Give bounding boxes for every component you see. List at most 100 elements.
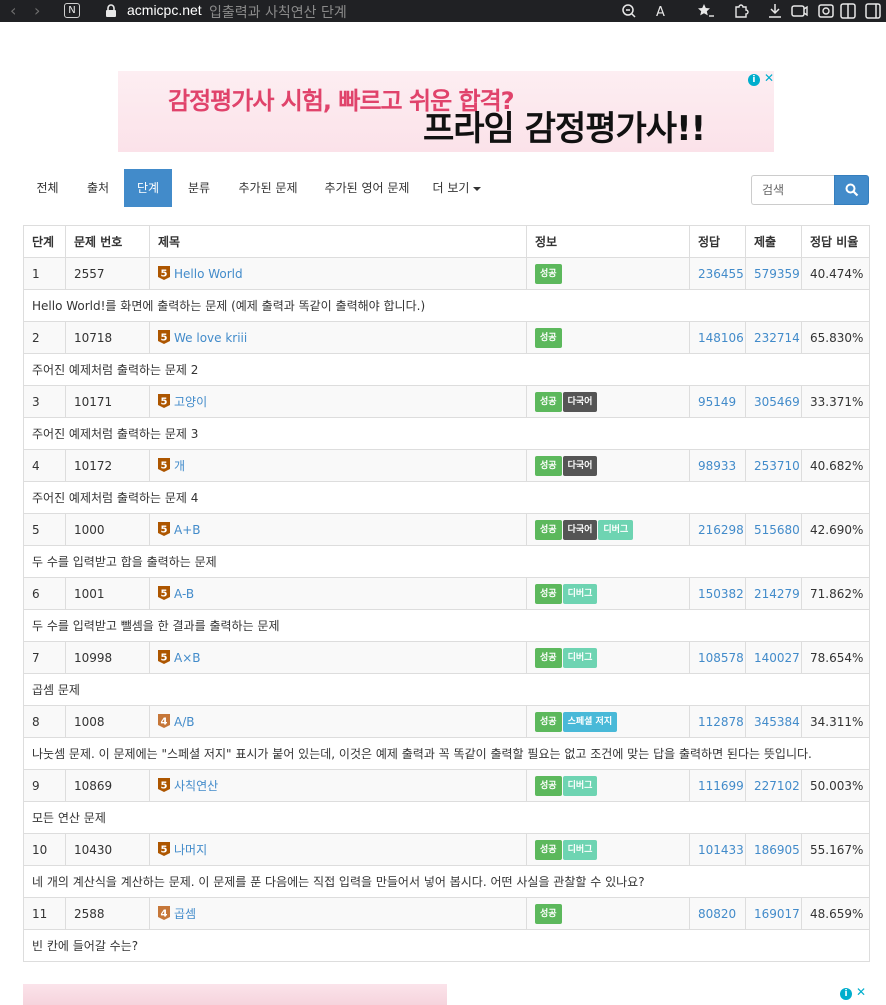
cell-ratio: 71.862% — [801, 577, 870, 610]
cell-submit: 186905 — [745, 833, 802, 866]
notion-icon[interactable]: N — [64, 3, 80, 18]
cell-info: 성공 — [526, 321, 690, 354]
problem-title-link[interactable]: 개 — [174, 459, 185, 473]
cell-info: 성공 디버그 — [526, 577, 690, 610]
problem-title-link[interactable]: 나머지 — [174, 843, 207, 857]
problem-title-link[interactable]: We love kriii — [174, 331, 247, 345]
ad-close-icon[interactable]: ✕ — [764, 71, 774, 85]
label-solved: 성공 — [535, 775, 562, 796]
font-icon[interactable]: A — [654, 2, 672, 20]
screenshot-icon[interactable] — [817, 2, 835, 20]
cell-ratio: 33.371% — [801, 385, 870, 418]
problem-description: 나눗셈 문제. 이 문제에는 "스페셜 저지" 표시가 붙어 있는데, 이것은 … — [23, 737, 870, 770]
header-title: 제목 — [149, 225, 527, 258]
search-input[interactable] — [751, 175, 835, 205]
submit-count-link[interactable]: 186905 — [754, 843, 800, 857]
ad-banner-top[interactable]: 감정평가사 시험, 빠르고 쉬운 합격? 프라임 감정평가사!! i ✕ — [118, 71, 774, 152]
cell-ratio: 42.690% — [801, 513, 870, 546]
submit-count-link[interactable]: 232714 — [754, 331, 800, 345]
problem-title-link[interactable]: A×B — [174, 651, 201, 665]
forward-icon[interactable]: › — [34, 1, 40, 20]
tier-level: 5 — [161, 589, 168, 600]
ad-close-icon[interactable]: ✕ — [856, 985, 866, 999]
correct-count-link[interactable]: 95149 — [698, 395, 736, 409]
submit-count-link[interactable]: 305469 — [754, 395, 800, 409]
cell-info: 성공 다국어 디버그 — [526, 513, 690, 546]
description-row: Hello World!를 화면에 출력하는 문제 (예제 출력과 똑같이 출력… — [23, 289, 870, 322]
problem-title-link[interactable]: A/B — [174, 715, 194, 729]
submit-count-link[interactable]: 214279 — [754, 587, 800, 601]
tab-added-english-problems[interactable]: 추가된 영어 문제 — [312, 169, 422, 207]
table-row: 2 10718 5 We love kriii 성공 148106 232714 65.830… — [23, 321, 870, 354]
ad-info-icon[interactable]: i — [840, 988, 852, 1000]
label-debug: 디버그 — [562, 647, 598, 668]
zoom-icon[interactable] — [620, 2, 638, 20]
cell-info: 성공 다국어 — [526, 385, 690, 418]
submit-count-link[interactable]: 579359 — [754, 267, 800, 281]
search-icon — [845, 183, 858, 197]
favorites-icon[interactable] — [697, 2, 715, 20]
problem-title-link[interactable]: 고양이 — [174, 395, 207, 409]
search-button[interactable] — [834, 175, 869, 205]
cell-ratio: 48.659% — [801, 897, 870, 930]
extensions-icon[interactable] — [732, 2, 750, 20]
table-row: 11 2588 4 곱셈 성공 80820 169017 48.659% — [23, 897, 870, 930]
correct-count-link[interactable]: 101433 — [698, 843, 744, 857]
address-bar-url[interactable]: acmicpc.net — [127, 2, 202, 18]
submit-count-link[interactable]: 140027 — [754, 651, 800, 665]
tab-source[interactable]: 출처 — [73, 169, 123, 207]
submit-count-link[interactable]: 515680 — [754, 523, 800, 537]
problem-description: 주어진 예제처럼 출력하는 문제 3 — [23, 417, 870, 450]
tier-bronze-icon: 5 — [158, 266, 170, 280]
correct-count-link[interactable]: 80820 — [698, 907, 736, 921]
cell-problem-id: 10430 — [65, 833, 150, 866]
tier-level: 5 — [161, 653, 168, 664]
correct-count-link[interactable]: 148106 — [698, 331, 744, 345]
tab-added-problems[interactable]: 추가된 문제 — [226, 169, 310, 207]
problem-title-link[interactable]: Hello World — [174, 267, 243, 281]
problem-title-link[interactable]: 곱셈 — [174, 907, 196, 921]
cell-title: 5 We love kriii — [149, 321, 527, 354]
problem-description: 빈 칸에 들어갈 수는? — [23, 929, 870, 962]
description-row: 곱셈 문제 — [23, 673, 870, 706]
correct-count-link[interactable]: 150382 — [698, 587, 744, 601]
problem-title-link[interactable]: 사칙연산 — [174, 779, 218, 793]
submit-count-link[interactable]: 227102 — [754, 779, 800, 793]
tab-all[interactable]: 전체 — [24, 169, 71, 207]
description-row: 주어진 예제처럼 출력하는 문제 3 — [23, 417, 870, 450]
submit-count-link[interactable]: 169017 — [754, 907, 800, 921]
correct-count-link[interactable]: 108578 — [698, 651, 744, 665]
back-icon[interactable]: ‹ — [10, 1, 16, 20]
correct-count-link[interactable]: 111699 — [698, 779, 744, 793]
problem-table: 단계 문제 번호 제목 정보 정답 제출 정답 비율 1 2557 5 Hello W… — [23, 225, 870, 962]
problem-title-link[interactable]: A+B — [174, 523, 201, 537]
tier-bronze-icon: 4 — [158, 714, 170, 728]
lock-icon — [106, 4, 116, 17]
label-multilang: 다국어 — [562, 391, 598, 412]
download-icon[interactable] — [766, 2, 784, 20]
tab-step[interactable]: 단계 — [124, 169, 172, 207]
submit-count-link[interactable]: 253710 — [754, 459, 800, 473]
cell-step: 10 — [23, 833, 66, 866]
correct-count-link[interactable]: 216298 — [698, 523, 744, 537]
tier-bronze-icon: 5 — [158, 522, 170, 536]
search-form — [751, 175, 869, 205]
screen-icon[interactable] — [790, 2, 808, 20]
submit-count-link[interactable]: 345384 — [754, 715, 800, 729]
cell-correct: 216298 — [689, 513, 746, 546]
correct-count-link[interactable]: 112878 — [698, 715, 744, 729]
split-screen-icon[interactable] — [839, 2, 857, 20]
cell-ratio: 40.474% — [801, 257, 870, 290]
cell-title: 4 곱셈 — [149, 897, 527, 930]
problem-title-link[interactable]: A-B — [174, 587, 194, 601]
ad-banner-bottom[interactable] — [23, 984, 447, 1005]
tab-more[interactable]: 더 보기 — [424, 169, 490, 207]
tier-level: 4 — [161, 909, 168, 920]
sidebar-icon[interactable] — [864, 2, 882, 20]
correct-count-link[interactable]: 98933 — [698, 459, 736, 473]
correct-count-link[interactable]: 236455 — [698, 267, 744, 281]
ad-info-icon[interactable]: i — [747, 74, 760, 86]
cell-info: 성공 디버그 — [526, 641, 690, 674]
tier-bronze-icon: 4 — [158, 906, 170, 920]
tab-category[interactable]: 분류 — [174, 169, 224, 207]
